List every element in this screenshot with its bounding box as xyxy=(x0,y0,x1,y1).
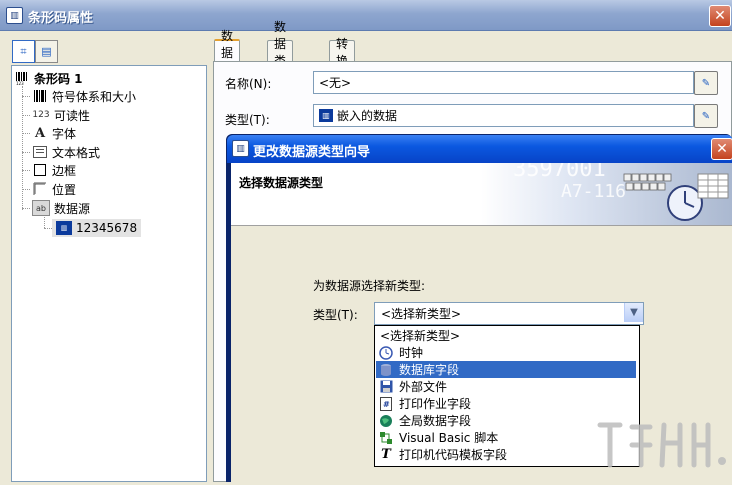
app-icon: ▥ xyxy=(6,7,23,24)
barcode-icon: 123 xyxy=(14,71,30,85)
option-label: 外部文件 xyxy=(399,380,448,394)
option-label: <选择新类型> xyxy=(380,329,461,343)
tree-item-label: 位置 xyxy=(52,182,77,197)
pages-icon: ▤ xyxy=(41,45,52,58)
chevron-down-icon: ▼ xyxy=(630,307,638,318)
embedded-data-icon: ▥ xyxy=(319,109,333,122)
new-type-select[interactable]: <选择新类型> ▼ xyxy=(374,302,644,325)
name-label: 名称(N): xyxy=(225,77,272,91)
barcode-icon xyxy=(32,89,48,103)
tree-item-text-format[interactable]: 文本格式 xyxy=(32,143,100,161)
tree-item-position[interactable]: 位置 xyxy=(32,180,76,198)
tree-item-datasource[interactable]: ab 数据源 xyxy=(32,199,90,217)
database-icon xyxy=(379,363,393,377)
tree-item-symbology[interactable]: 符号体系和大小 xyxy=(32,87,136,105)
type-field[interactable]: ▥ 嵌入的数据 xyxy=(313,104,694,127)
wizard-type-label: 类型(T): xyxy=(313,308,358,322)
clock-icon xyxy=(379,345,393,360)
embedded-data-icon: ▥ xyxy=(56,221,72,235)
property-tree: 123 条形码 1 符号体系和大小 123 可读性 A 字体 文本格式 边框 位… xyxy=(11,65,207,482)
tree-item-label: 符号体系和大小 xyxy=(52,89,137,104)
tab-transform[interactable]: 转换 xyxy=(329,37,356,68)
option-choose-type[interactable]: <选择新类型> xyxy=(376,327,636,344)
dropdown-button[interactable]: ▼ xyxy=(624,303,643,322)
tree-item-border[interactable]: 边框 xyxy=(32,161,76,179)
banner-number-2: A7-116 xyxy=(561,181,627,202)
wizard-title-bar: ▥ 更改数据源类型向导 ✕ xyxy=(227,135,732,163)
close-icon: ✕ xyxy=(716,141,728,157)
tab-data-type[interactable]: 数据类型 xyxy=(267,20,294,85)
tree-item-label: 可读性 xyxy=(54,108,91,123)
window-title-bar: ▥ 条形码属性 ✕ xyxy=(0,0,732,31)
option-external-file[interactable]: 外部文件 xyxy=(376,378,636,395)
expand-tree-button[interactable]: ⌗ xyxy=(12,40,35,63)
tree-item-font[interactable]: A 字体 xyxy=(32,124,76,142)
collapse-tree-button[interactable]: ▤ xyxy=(35,40,58,63)
datasource-icon: ab xyxy=(32,200,50,216)
option-label: 数据库字段 xyxy=(399,363,460,377)
window-close-button[interactable]: ✕ xyxy=(709,5,731,27)
option-label: 全局数据字段 xyxy=(399,414,472,428)
wizard-app-icon: ▥ xyxy=(232,140,249,157)
option-label: 打印机代码模板字段 xyxy=(399,448,508,462)
border-icon xyxy=(32,163,48,177)
tree-toolbar: ⌗ ▤ xyxy=(12,40,58,63)
type-value: 嵌入的数据 xyxy=(337,109,398,123)
wizard-close-button[interactable]: ✕ xyxy=(711,138,732,160)
edit-icon: ✎ xyxy=(701,110,711,122)
tree-item-data-value[interactable]: ▥ 12345678 xyxy=(52,219,142,237)
globe-icon xyxy=(379,414,393,428)
option-print-job-field[interactable]: # 打印作业字段 xyxy=(376,395,636,412)
edit-icon: ✎ xyxy=(701,77,711,89)
watermark-logo xyxy=(592,415,732,482)
table-grid-icon xyxy=(697,173,729,199)
name-field[interactable]: <无> xyxy=(313,71,694,94)
tree-item-readability[interactable]: 123 可读性 xyxy=(32,106,90,124)
name-edit-button[interactable]: ✎ xyxy=(694,71,718,95)
window-title: 条形码属性 xyxy=(28,11,94,26)
wizard-prompt: 为数据源选择新类型: xyxy=(313,279,426,293)
tree-root[interactable]: 123 条形码 1 xyxy=(14,69,83,87)
tree-view-icon: ⌗ xyxy=(20,44,27,58)
tree-item-label: 文本格式 xyxy=(52,145,101,160)
tree-child-label: 12345678 xyxy=(76,221,138,235)
tree-item-label: 字体 xyxy=(52,126,77,141)
print-job-icon: # xyxy=(379,396,393,411)
tree-root-label: 条形码 1 xyxy=(34,71,83,86)
tree-item-label: 边框 xyxy=(52,163,77,178)
type-label: 类型(T): xyxy=(225,113,270,127)
option-database-field[interactable]: 数据库字段 xyxy=(376,361,636,378)
wizard-heading: 选择数据源类型 xyxy=(239,176,324,190)
floppy-icon xyxy=(379,380,393,394)
wizard-banner: 选择数据源类型 3597001 A7-116 xyxy=(231,163,732,226)
option-clock[interactable]: 时钟 xyxy=(376,344,636,361)
close-icon: ✕ xyxy=(714,8,726,24)
tree-item-label: 数据源 xyxy=(54,201,91,216)
option-label: 打印作业字段 xyxy=(399,397,472,411)
svg-text:#: # xyxy=(383,400,390,409)
font-icon: A xyxy=(34,125,46,141)
option-label: Visual Basic 脚本 xyxy=(399,431,499,445)
readability-icon: 123 xyxy=(32,110,50,120)
new-type-select-value: <选择新类型> xyxy=(381,307,462,321)
option-label: 时钟 xyxy=(399,346,424,360)
vb-script-icon xyxy=(379,431,393,445)
name-value: <无> xyxy=(319,76,352,90)
banner-number-1: 3597001 xyxy=(513,163,606,182)
printer-code-icon: T xyxy=(381,447,391,462)
text-format-icon xyxy=(32,145,48,159)
position-icon xyxy=(32,182,48,196)
svg-text:123: 123 xyxy=(16,81,24,85)
wizard-title: 更改数据源类型向导 xyxy=(253,145,371,160)
type-edit-button[interactable]: ✎ xyxy=(694,104,718,128)
